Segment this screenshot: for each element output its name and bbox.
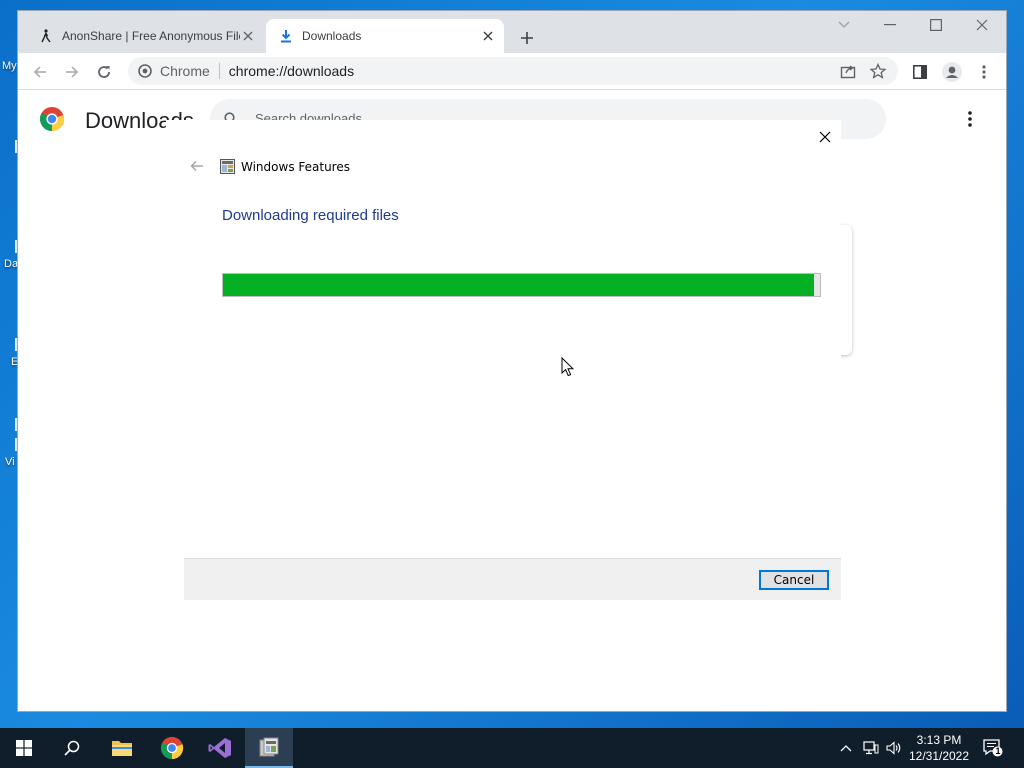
download-icon [278,28,294,44]
maximize-button[interactable] [913,11,959,39]
kebab-menu-icon [982,65,986,79]
taskbar-chrome[interactable] [148,728,196,768]
chrome-logo-icon [39,106,65,137]
close-tab-icon[interactable] [480,28,496,44]
download-progress-bar [222,273,821,297]
address-bar[interactable]: Chrome chrome://downloads [128,57,898,85]
windows-features-icon [259,737,279,757]
side-panel-button[interactable] [906,58,934,86]
mouse-cursor-icon [561,356,575,382]
site-chip-label: Chrome [160,63,210,79]
taskbar-visual-studio[interactable] [196,728,244,768]
action-center-button[interactable]: 1 [983,738,1003,758]
search-icon [64,740,80,756]
dialog-footer [184,558,841,600]
minimize-button[interactable] [867,11,913,39]
taskbar-windows-features[interactable] [245,728,293,768]
taskbar: 3:13 PM 12/31/2022 1 [0,728,1024,768]
search-button[interactable] [48,728,96,768]
tab-strip: AnonShare | Free Anonymous File Download… [18,11,1006,53]
chevron-down-icon [838,21,850,28]
network-icon [863,741,879,755]
omnibox-divider [218,63,220,79]
desktop-icon-label[interactable]: My [2,60,17,72]
reload-icon [98,66,110,78]
start-button[interactable] [0,728,48,768]
close-dialog-button[interactable] [816,128,834,146]
windows-logo-icon [16,740,32,756]
network-tray-button[interactable] [861,738,881,758]
close-icon [819,131,831,143]
arrow-left-icon [190,160,203,172]
anonshare-favicon-icon [38,28,54,44]
speaker-icon [886,741,901,755]
dialog-title: Windows Features [241,160,350,174]
plus-icon [521,32,533,44]
profile-avatar-icon [942,62,962,82]
desktop-icon-label[interactable]: Vi [5,456,15,468]
dialog-back-button[interactable] [188,158,206,174]
windows-features-dialog: Windows Features Downloading required fi… [166,120,841,600]
new-tab-button[interactable] [514,25,540,51]
tab-title: AnonShare | Free Anonymous File [62,29,240,43]
progress-fill [223,274,815,296]
clock-time: 3:13 PM [916,733,962,747]
chevron-up-icon [840,745,852,752]
system-clock[interactable]: 3:13 PM 12/31/2022 [908,732,970,764]
browser-toolbar: Chrome chrome://downloads [18,53,1006,90]
chrome-logo-icon [160,736,184,760]
arrow-left-icon [33,66,46,78]
volume-tray-button[interactable] [884,738,904,758]
minimize-icon [884,24,896,26]
close-icon [976,19,988,31]
notification-count-badge: 1 [995,746,1001,756]
downloads-menu-button[interactable] [960,109,980,129]
url-text[interactable]: chrome://downloads [229,63,354,79]
bookmark-star-icon[interactable] [870,63,886,79]
clock-date: 12/31/2022 [908,749,970,763]
share-icon[interactable] [840,63,856,79]
show-hidden-icons-button[interactable] [836,738,856,758]
tab-downloads[interactable]: Downloads [266,19,504,53]
taskbar-file-explorer[interactable] [98,728,146,768]
close-tab-icon[interactable] [240,28,256,44]
windows-features-icon [220,159,235,179]
maximize-icon [930,19,942,31]
back-button[interactable] [26,58,54,86]
dialog-heading: Downloading required files [222,207,399,224]
tab-search-button[interactable] [821,11,867,39]
tab-anonshare[interactable]: AnonShare | Free Anonymous File [26,19,264,53]
chrome-menu-button[interactable] [970,58,998,86]
tab-title: Downloads [302,29,362,43]
chrome-logo-icon [138,64,152,78]
forward-button[interactable] [58,58,86,86]
folder-icon [112,741,132,756]
visual-studio-icon [208,738,231,758]
cancel-button[interactable]: Cancel [759,570,829,590]
arrow-right-icon [66,66,79,78]
profile-button[interactable] [938,58,966,86]
close-window-button[interactable] [959,11,1005,39]
kebab-menu-icon [968,111,972,127]
desktop-icon-label[interactable]: Da [4,258,18,270]
reload-button[interactable] [90,58,118,86]
side-panel-icon [913,65,927,79]
